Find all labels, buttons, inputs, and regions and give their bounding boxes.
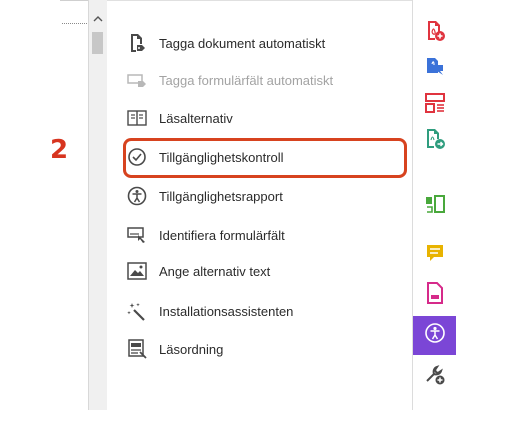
menu-item-identify-form-fields[interactable]: Identifiera formulärfält: [125, 223, 395, 247]
menu-item-accessibility-report[interactable]: Tillgänglighetsrapport: [125, 184, 395, 208]
accessibility-tools-panel: Tagga dokument automatiskt Tagga formulä…: [107, 0, 413, 410]
tag-document-icon: [125, 31, 149, 55]
fill-sign-icon: [424, 281, 446, 309]
tool-compare-files[interactable]: [413, 188, 456, 224]
dotted-guide: [62, 23, 89, 24]
menu-item-label: Identifiera formulärfält: [159, 227, 285, 243]
create-pdf-icon: [424, 20, 446, 47]
alt-text-icon: [125, 259, 149, 283]
menu-item-label: Ange alternativ text: [159, 263, 271, 279]
reading-order-icon: [125, 337, 149, 361]
tool-comment[interactable]: [413, 237, 456, 273]
menu-item-reading-order[interactable]: Läsordning: [125, 337, 395, 361]
setup-assistant-icon: [125, 299, 149, 323]
document-edge: [60, 0, 89, 410]
tool-share-pdf[interactable]: [413, 123, 456, 159]
comment-icon: [424, 242, 446, 269]
menu-item-label: Läsordning: [159, 341, 224, 357]
menu-item-label: Tagga formulärfält automatiskt: [159, 72, 334, 88]
menu-item-alt-text[interactable]: Ange alternativ text: [125, 259, 395, 283]
share-pdf-icon: [424, 128, 446, 155]
tool-organize-pages[interactable]: [413, 87, 456, 123]
tool-accessibility[interactable]: [413, 316, 456, 355]
highlight-box: [123, 138, 407, 178]
tool-fill-sign[interactable]: [413, 277, 456, 313]
menu-item-setup-assistant[interactable]: Installationsassistenten: [125, 299, 395, 323]
tool-more-tools[interactable]: [413, 358, 456, 394]
menu-item-label: Installationsassistenten: [159, 303, 294, 319]
identify-form-fields-icon: [125, 223, 149, 247]
reading-options-icon: [125, 106, 149, 130]
compare-files-icon: [424, 193, 446, 220]
right-tools-pane: [413, 0, 456, 410]
scroll-up-arrow-icon[interactable]: [93, 14, 103, 24]
menu-item-label: Tillgänglighetsrapport: [159, 188, 283, 204]
menu-item-label: Läsalternativ: [159, 110, 233, 126]
more-tools-icon: [424, 363, 446, 390]
tag-form-fields-icon: [125, 68, 149, 92]
tool-create-pdf[interactable]: [413, 15, 456, 51]
menu-item-tag-form-fields[interactable]: Tagga formulärfält automatiskt: [125, 68, 395, 92]
export-pdf-icon: [424, 56, 446, 83]
scroll-thumb[interactable]: [92, 32, 103, 54]
panel-scrollbar[interactable]: [88, 0, 108, 410]
organize-pages-icon: [424, 92, 446, 119]
tool-export-pdf[interactable]: [413, 51, 456, 87]
menu-item-tag-document[interactable]: Tagga dokument automatiskt: [125, 31, 395, 55]
accessibility-icon: [424, 322, 446, 349]
accessibility-report-icon: [125, 184, 149, 208]
menu-item-reading-options[interactable]: Läsalternativ: [125, 106, 395, 130]
menu-item-label: Tagga dokument automatiskt: [159, 35, 326, 51]
